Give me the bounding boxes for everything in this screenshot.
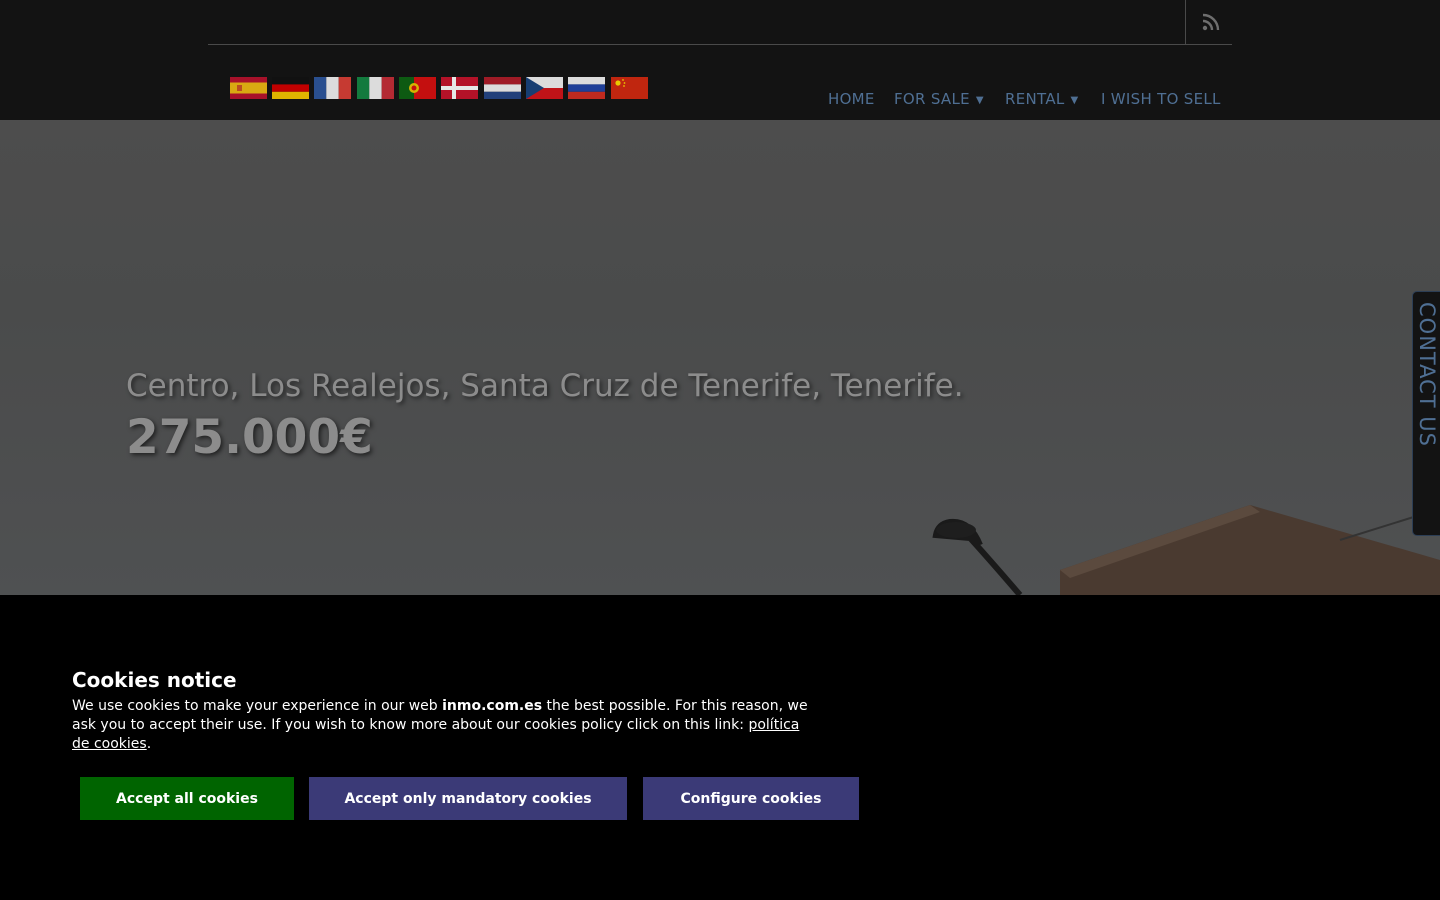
accept-mandatory-cookies-button[interactable]: Accept only mandatory cookies <box>309 777 627 820</box>
accept-all-cookies-button[interactable]: Accept all cookies <box>80 777 294 820</box>
cookie-notice-text: We use cookies to make your experience i… <box>72 697 812 754</box>
flag-italy-icon[interactable] <box>357 77 394 99</box>
flag-france-icon[interactable] <box>314 77 351 99</box>
header-divider <box>208 44 1232 45</box>
contact-us-label: CONTACT US <box>1415 302 1439 447</box>
flag-czech-icon[interactable] <box>526 77 563 99</box>
property-price: 275.000€ <box>126 410 373 465</box>
building-photo-detail <box>932 505 1440 595</box>
cookie-text-part: . <box>146 736 152 752</box>
nav-rental[interactable]: RENTAL ▼ <box>1005 90 1079 108</box>
property-location: Centro, Los Realejos, Santa Cruz de Tene… <box>126 368 964 404</box>
cookie-notice-title: Cookies notice <box>72 668 237 692</box>
nav-for-sale-label: FOR SALE <box>894 90 970 108</box>
flag-denmark-icon[interactable] <box>441 77 478 99</box>
rss-icon <box>1202 13 1220 31</box>
rss-button[interactable] <box>1185 0 1232 44</box>
caret-down-icon: ▼ <box>1070 95 1079 106</box>
site-header: HOME FOR SALE ▼ RENTAL ▼ I WISH TO SELL <box>0 0 1440 120</box>
flag-china-icon[interactable] <box>611 77 648 99</box>
flag-germany-icon[interactable] <box>272 77 309 99</box>
cookie-notice: Cookies notice We use cookies to make yo… <box>0 595 1440 900</box>
nav-home[interactable]: HOME <box>828 90 875 108</box>
caret-down-icon: ▼ <box>975 95 984 106</box>
nav-rental-label: RENTAL <box>1005 90 1065 108</box>
nav-for-sale[interactable]: FOR SALE ▼ <box>894 90 984 108</box>
cookie-site-name: inmo.com.es <box>442 698 543 714</box>
flag-netherlands-icon[interactable] <box>484 77 521 99</box>
flag-russia-icon[interactable] <box>568 77 605 99</box>
cookie-text-part: We use cookies to make your experience i… <box>72 698 443 714</box>
flag-portugal-icon[interactable] <box>399 77 436 99</box>
contact-us-tab[interactable]: CONTACT US <box>1412 291 1440 536</box>
property-hero[interactable]: Centro, Los Realejos, Santa Cruz de Tene… <box>0 120 1440 595</box>
nav-i-wish-to-sell[interactable]: I WISH TO SELL <box>1101 90 1221 108</box>
flag-spain-icon[interactable] <box>230 77 267 99</box>
configure-cookies-button[interactable]: Configure cookies <box>643 777 859 820</box>
